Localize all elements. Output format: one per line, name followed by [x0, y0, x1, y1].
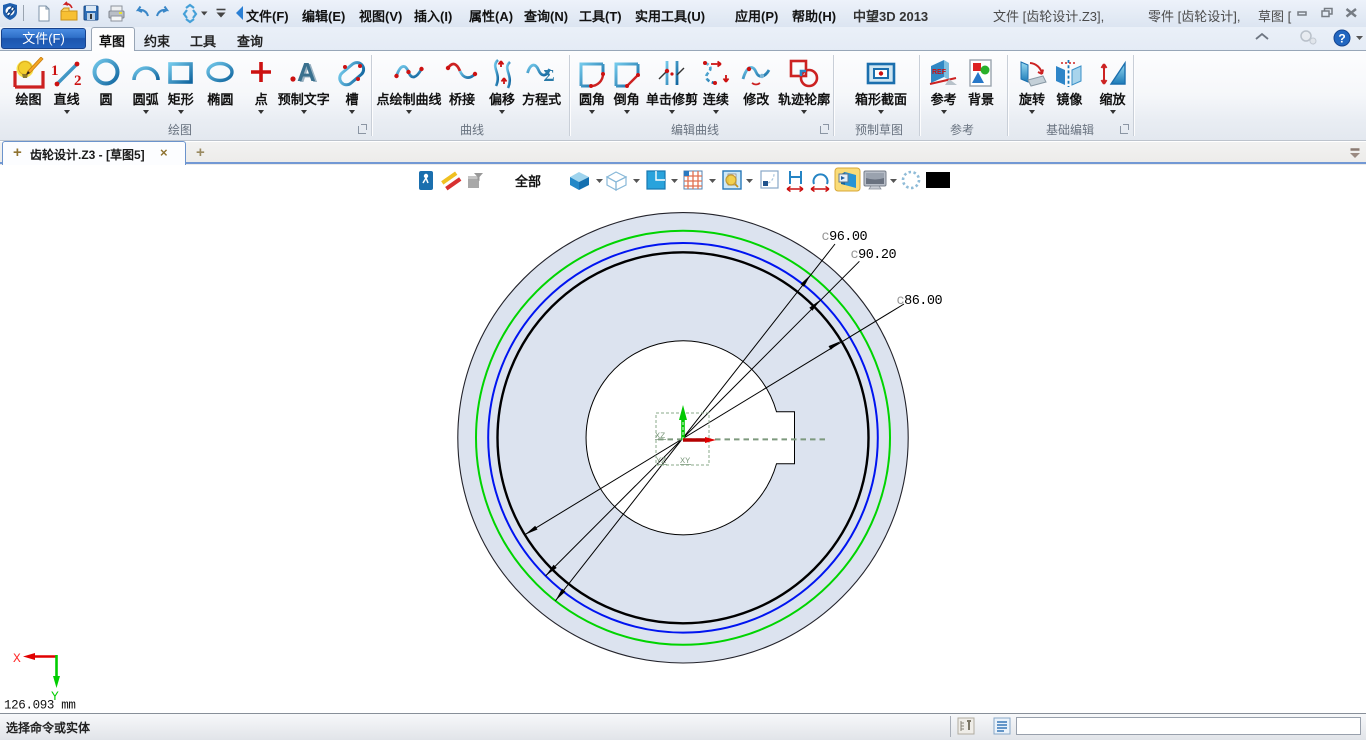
svg-text:c86.00: c86.00	[897, 294, 943, 309]
svg-text:Σ: Σ	[544, 66, 555, 85]
svg-text:?: ?	[1338, 32, 1345, 46]
svg-text:1: 1	[51, 63, 59, 79]
svg-text:A: A	[297, 57, 316, 87]
svg-text:全部: 全部	[514, 174, 541, 189]
svg-text:c96.00: c96.00	[822, 230, 868, 245]
svg-text:REF: REF	[932, 69, 947, 76]
svg-text:X: X	[13, 651, 21, 666]
svg-text:126.093 mm: 126.093 mm	[4, 699, 76, 713]
svg-text:2: 2	[74, 73, 82, 89]
svg-text:c90.20: c90.20	[851, 248, 897, 263]
